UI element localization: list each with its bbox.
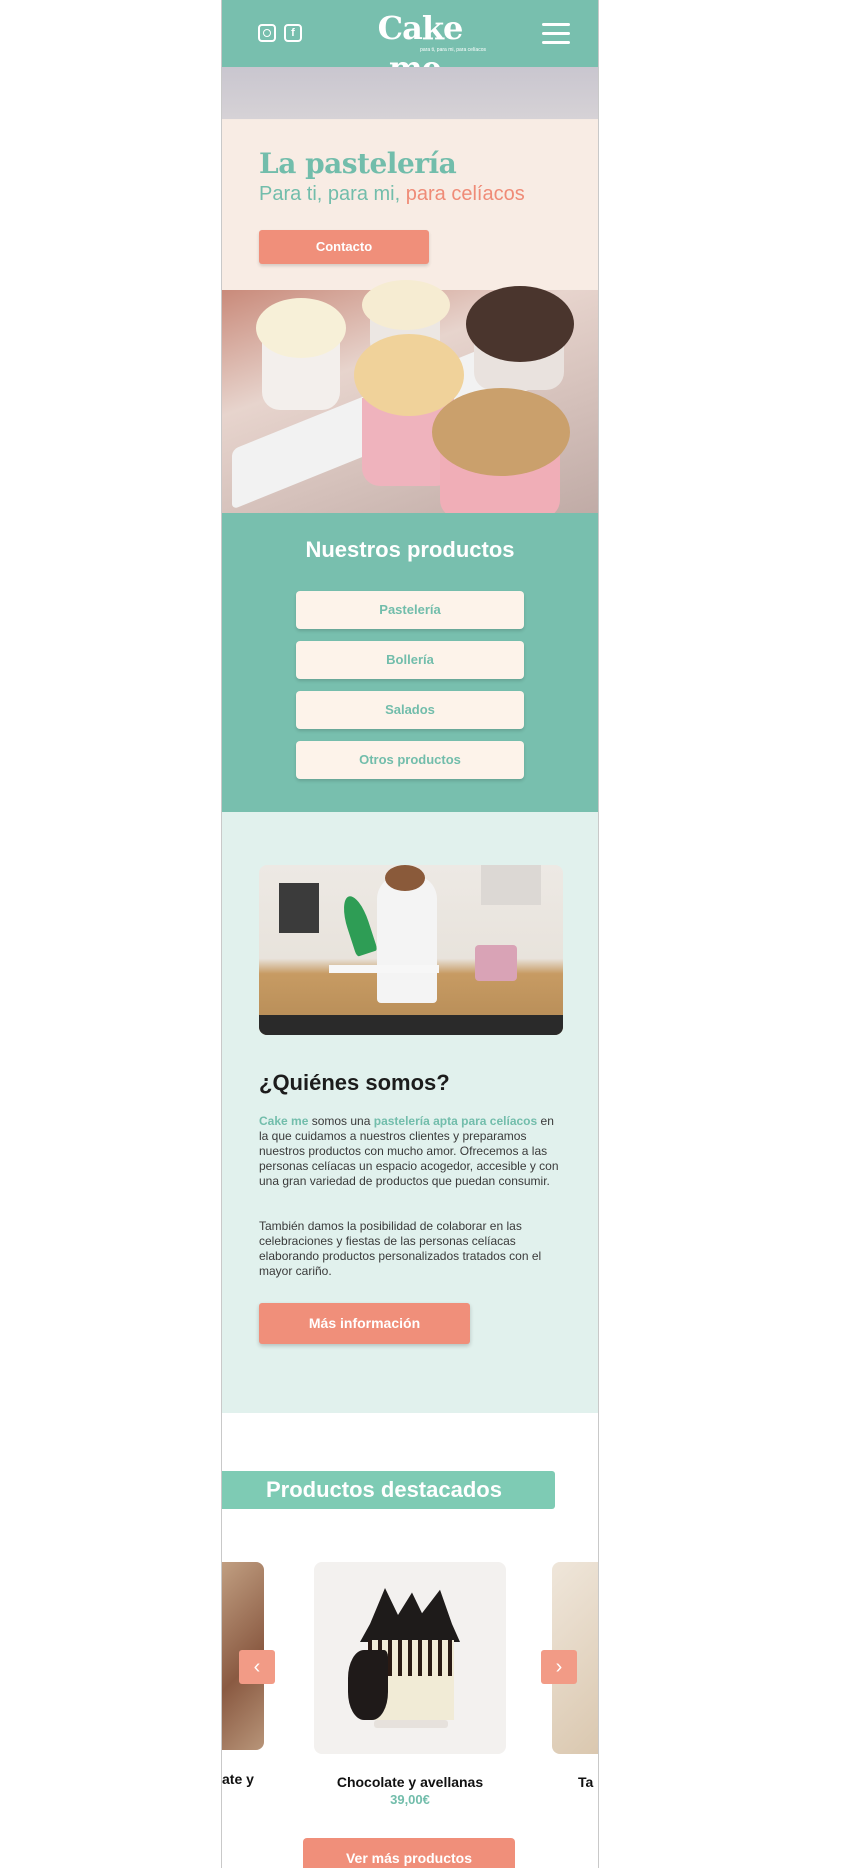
featured-title-box: Productos destacados — [222, 1471, 555, 1509]
products-section: Nuestros productos Pastelería Bollería S… — [222, 513, 598, 812]
highlight-text: pastelería apta para celíacos — [373, 1114, 538, 1128]
carousel-next-arrow[interactable]: › — [541, 1650, 577, 1684]
about-section: ¿Quiénes somos? Cake me somos una pastel… — [222, 812, 598, 1413]
brand-name: Cake me — [259, 1114, 309, 1128]
category-button-pasteleria[interactable]: Pastelería — [296, 591, 524, 629]
facebook-icon[interactable]: f — [284, 24, 302, 42]
see-more-products-button[interactable]: Ver más productos — [303, 1838, 515, 1868]
carousel-prev-arrow[interactable]: ‹ — [239, 1650, 275, 1684]
hero-banner: La pastelería Para ti, para mi, para cel… — [222, 67, 598, 513]
hero-subtitle: Para ti, para mi, para celíacos — [259, 183, 525, 206]
instagram-icon[interactable] — [258, 24, 276, 42]
cupcakes-image — [222, 280, 598, 513]
more-info-button[interactable]: Más información — [259, 1303, 470, 1344]
featured-section: Productos destacados ‹ › ate y Chocolate… — [222, 1413, 598, 1868]
site-header: f Cake me. para ti, para mi, para celíac… — [222, 0, 598, 87]
category-button-bolleria[interactable]: Bollería — [296, 641, 524, 679]
hamburger-menu-icon[interactable] — [542, 21, 570, 45]
pastry-chef-image — [259, 865, 563, 1035]
about-title: ¿Quiénes somos? — [259, 1070, 450, 1095]
hero-title: La pastelería — [259, 147, 457, 180]
logo-tagline: para ti, para mi, para celíacos — [420, 47, 486, 53]
hero-subtitle-accent: para celíacos — [405, 183, 525, 205]
products-title: Nuestros productos — [305, 537, 515, 562]
product-price-main: 39,00€ — [390, 1792, 430, 1807]
product-name-next[interactable]: Ta — [578, 1774, 593, 1790]
hero-subtitle-main: Para ti, para mi, — [259, 183, 401, 205]
category-button-salados[interactable]: Salados — [296, 691, 524, 729]
contact-button[interactable]: Contacto — [259, 230, 429, 264]
page-frame: f Cake me. para ti, para mi, para celíac… — [221, 0, 599, 1868]
featured-title: Productos destacados — [266, 1477, 502, 1502]
product-name-main[interactable]: Chocolate y avellanas — [222, 1774, 598, 1790]
category-button-otros[interactable]: Otros productos — [296, 741, 524, 779]
about-paragraph-1: Cake me somos una pastelería apta para c… — [259, 1114, 559, 1188]
product-image-chocolate-avellanas[interactable] — [314, 1562, 506, 1754]
logo[interactable]: Cake me. para ti, para mi, para celíacos — [350, 8, 490, 87]
about-paragraph-2: También damos la posibilidad de colabora… — [259, 1219, 542, 1278]
